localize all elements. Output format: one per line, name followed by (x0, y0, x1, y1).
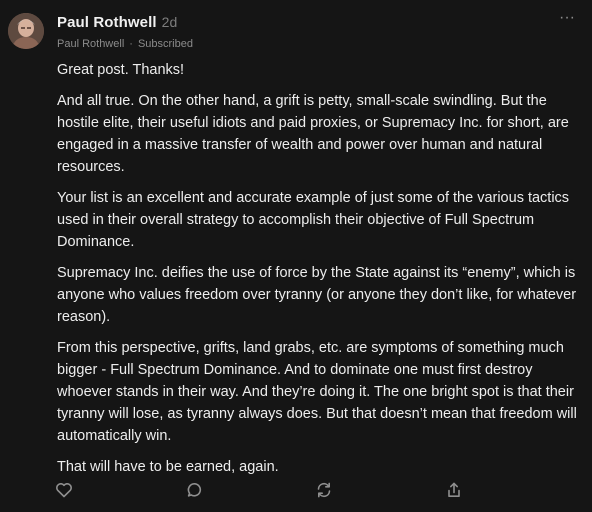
comment: Paul Rothwell 2d ··· Paul Rothwell · Sub… (0, 0, 592, 512)
comment-paragraph: Your list is an excellent and accurate e… (57, 190, 570, 250)
author-meta: Paul Rothwell · Subscribed (57, 38, 193, 50)
comment-paragraph: That will have to be earned, again. (57, 459, 279, 475)
comment-paragraph: And all true. On the other hand, a grift… (57, 93, 569, 175)
comment-paragraph: Great post. Thanks! (57, 62, 185, 78)
comment-paragraph: From this perspective, grifts, land grab… (57, 340, 577, 444)
restack-icon (317, 482, 331, 498)
avatar[interactable] (8, 13, 44, 49)
avatar-image (8, 13, 44, 49)
comment-icon (187, 483, 202, 497)
author-name[interactable]: Paul Rothwell (57, 14, 157, 31)
more-icon: ··· (559, 9, 575, 26)
share-button[interactable] (444, 480, 464, 500)
restack-button[interactable] (314, 480, 334, 500)
meta-author-name: Paul Rothwell (57, 38, 125, 50)
post-age[interactable]: 2d (162, 14, 178, 30)
share-icon (448, 482, 460, 497)
like-button[interactable] (54, 480, 74, 500)
reply-button[interactable] (185, 480, 205, 500)
subscription-status: Subscribed (137, 38, 193, 50)
comment-body: Great post. Thanks! And all true. On the… (57, 59, 577, 487)
heart-icon (56, 483, 72, 498)
more-options-button[interactable]: ··· (558, 10, 576, 27)
comment-header: Paul Rothwell 2d (57, 14, 572, 34)
comment-paragraph: Supremacy Inc. deifies the use of force … (57, 265, 577, 325)
meta-separator: · (129, 38, 133, 50)
comment-actions (0, 480, 592, 502)
